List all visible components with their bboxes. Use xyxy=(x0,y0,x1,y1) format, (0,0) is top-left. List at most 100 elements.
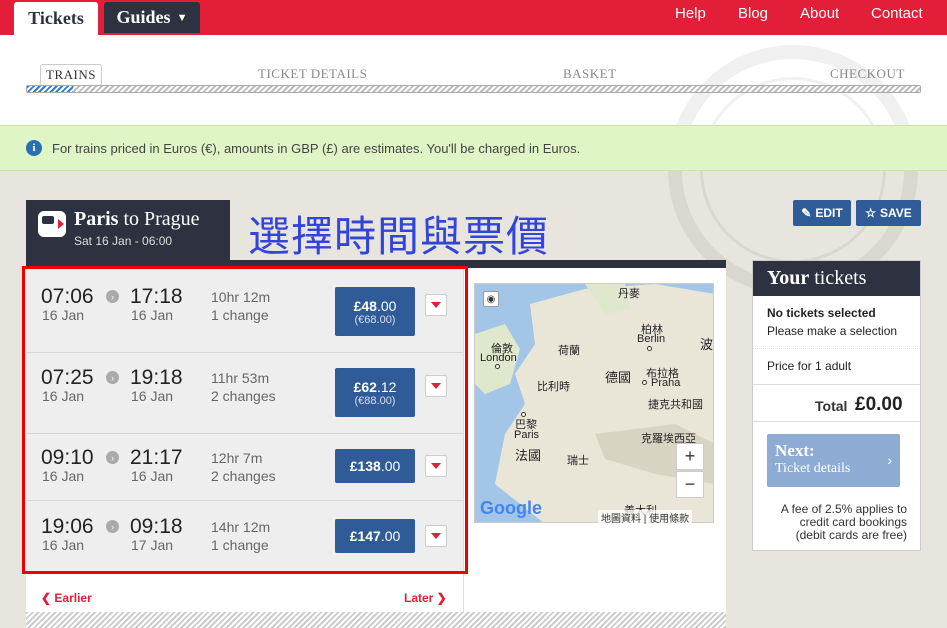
selection-hint: Please make a selection xyxy=(767,324,898,338)
chevron-right-icon: › xyxy=(887,452,892,468)
journey-changes: 2 changes xyxy=(211,468,276,484)
arrival-date: 16 Jan xyxy=(131,388,174,404)
next-label: Next: xyxy=(775,441,815,460)
step-ticket-details: TICKET DETAILS xyxy=(258,66,368,81)
price-button[interactable]: £138.00 xyxy=(335,449,415,483)
journey-duration: 12hr 7m xyxy=(211,450,263,466)
journey-row[interactable]: 19:06 › 09:18 16 Jan 17 Jan 14hr 12m 1 c… xyxy=(26,501,463,574)
column-divider xyxy=(463,268,464,628)
progress-fill xyxy=(27,86,73,92)
map-label: Paris xyxy=(514,429,540,441)
currency-notice: i For trains priced in Euros (€), amount… xyxy=(0,125,947,171)
price-decimals: .00 xyxy=(376,297,397,314)
edit-button[interactable]: ✎ EDIT xyxy=(793,200,851,226)
google-logo: Google xyxy=(480,498,542,518)
earlier-link[interactable]: ❮ Earlier xyxy=(41,591,92,605)
price-gbp: £48.00 xyxy=(354,298,397,314)
price-button[interactable]: £147.00 xyxy=(335,519,415,553)
departure-date: 16 Jan xyxy=(42,307,85,323)
map-label: London xyxy=(480,352,517,364)
about-link[interactable]: About xyxy=(800,5,839,22)
notice-text: For trains priced in Euros (€), amounts … xyxy=(52,140,581,156)
price-decimals: .00 xyxy=(380,528,401,544)
later-label: Later xyxy=(404,591,434,605)
departure-time: 09:10 xyxy=(41,446,94,469)
contact-link[interactable]: Contact xyxy=(871,5,923,22)
map-terms-link[interactable]: 使用條款 xyxy=(649,514,689,525)
journey-changes: 2 changes xyxy=(211,388,276,404)
route-to: Prague xyxy=(144,208,200,230)
price-decimals: .00 xyxy=(380,458,401,474)
expand-dropdown-icon[interactable] xyxy=(425,294,447,316)
price-eur: (€88.00) xyxy=(354,394,396,407)
arrival-time: 09:18 xyxy=(130,515,183,538)
save-label: SAVE xyxy=(879,206,912,220)
departure-date: 16 Jan xyxy=(42,468,85,484)
your-tickets-title: Your tickets xyxy=(753,261,920,296)
journey-duration: 10hr 12m xyxy=(211,289,271,305)
train-icon xyxy=(38,211,66,237)
map-label: 捷克共和國 xyxy=(648,399,703,411)
journey-changes: 1 change xyxy=(211,307,269,323)
price-main: £138 xyxy=(349,458,381,474)
your-tickets-panel: Your tickets No tickets selected Please … xyxy=(752,260,921,551)
map-label: Praha xyxy=(651,377,681,389)
tickets-title-bold: Your xyxy=(767,267,810,289)
arrival-date: 17 Jan xyxy=(131,537,174,553)
arrow-right-icon: › xyxy=(106,520,119,533)
arrow-right-icon: › xyxy=(106,451,119,464)
zoom-out-button[interactable]: − xyxy=(676,471,704,498)
journey-row[interactable]: 07:06 › 17:18 16 Jan 16 Jan 10hr 12m 1 c… xyxy=(26,268,463,353)
route-from: Paris xyxy=(74,208,119,230)
earlier-label: Earlier xyxy=(54,591,92,605)
card-fee-note: A fee of 2.5% applies to credit card boo… xyxy=(780,502,907,542)
expand-dropdown-icon[interactable] xyxy=(425,455,447,477)
next-ticket-details-button[interactable]: Next: Ticket details › xyxy=(767,434,900,487)
map-label: 丹麥 xyxy=(618,288,640,300)
later-link[interactable]: Later ❯ xyxy=(404,591,447,605)
chevron-down-icon: ▼ xyxy=(176,11,188,24)
city-marker-icon xyxy=(647,346,652,351)
price-main: £48 xyxy=(353,297,377,314)
info-icon: i xyxy=(26,140,42,156)
panel-footer-stripe xyxy=(26,612,726,628)
price-button[interactable]: £48.00 (€68.00) xyxy=(335,287,415,336)
progress-track xyxy=(26,85,921,93)
save-button[interactable]: ☆ SAVE xyxy=(856,200,921,226)
journey-row[interactable]: 07:25 › 19:18 16 Jan 16 Jan 11hr 53m 2 c… xyxy=(26,353,463,434)
departure-date: 16 Jan xyxy=(42,388,85,404)
map-attribution: 地圖資料 | 使用條款 xyxy=(598,510,693,525)
map-label: 比利時 xyxy=(537,381,570,393)
help-link[interactable]: Help xyxy=(675,5,706,22)
arrival-time: 17:18 xyxy=(130,285,183,308)
tab-tickets[interactable]: Tickets xyxy=(14,2,98,35)
route-header: Paris to Prague Sat 16 Jan - 06:00 xyxy=(26,200,230,260)
expand-dropdown-icon[interactable] xyxy=(425,375,447,397)
map-label: 法國 xyxy=(515,448,542,463)
blog-link[interactable]: Blog xyxy=(738,5,768,22)
price-gbp: £62.12 xyxy=(354,379,397,395)
departure-time: 07:06 xyxy=(41,285,94,308)
no-tickets-text: No tickets selected xyxy=(767,306,876,320)
map-label: 荷蘭 xyxy=(558,345,580,357)
price-button[interactable]: £62.12 (€88.00) xyxy=(335,368,415,417)
zoom-in-button[interactable]: + xyxy=(676,443,704,470)
arrival-date: 16 Jan xyxy=(131,468,174,484)
journey-row[interactable]: 09:10 › 21:17 16 Jan 16 Jan 12hr 7m 2 ch… xyxy=(26,434,463,501)
camera-icon[interactable]: ◉ xyxy=(483,291,499,307)
expand-dropdown-icon[interactable] xyxy=(425,525,447,547)
top-nav: Tickets Guides ▼ Help Blog About Contact xyxy=(0,0,947,35)
pencil-icon: ✎ xyxy=(801,206,812,220)
price-main: £147 xyxy=(349,528,381,544)
map-data-link[interactable]: 地圖資料 xyxy=(601,514,641,525)
total-value: £0.00 xyxy=(855,394,903,415)
route-to-word: to xyxy=(123,208,139,230)
map-label: 波 xyxy=(700,337,714,352)
map-label: Berlin xyxy=(637,333,666,345)
departure-time: 19:06 xyxy=(41,515,94,538)
tab-guides[interactable]: Guides ▼ xyxy=(104,2,200,33)
step-trains: TRAINS xyxy=(40,64,102,86)
total-label: Total xyxy=(815,398,848,414)
annotation-overlay: 選擇時間與票價 xyxy=(248,212,550,261)
divider xyxy=(753,348,920,349)
